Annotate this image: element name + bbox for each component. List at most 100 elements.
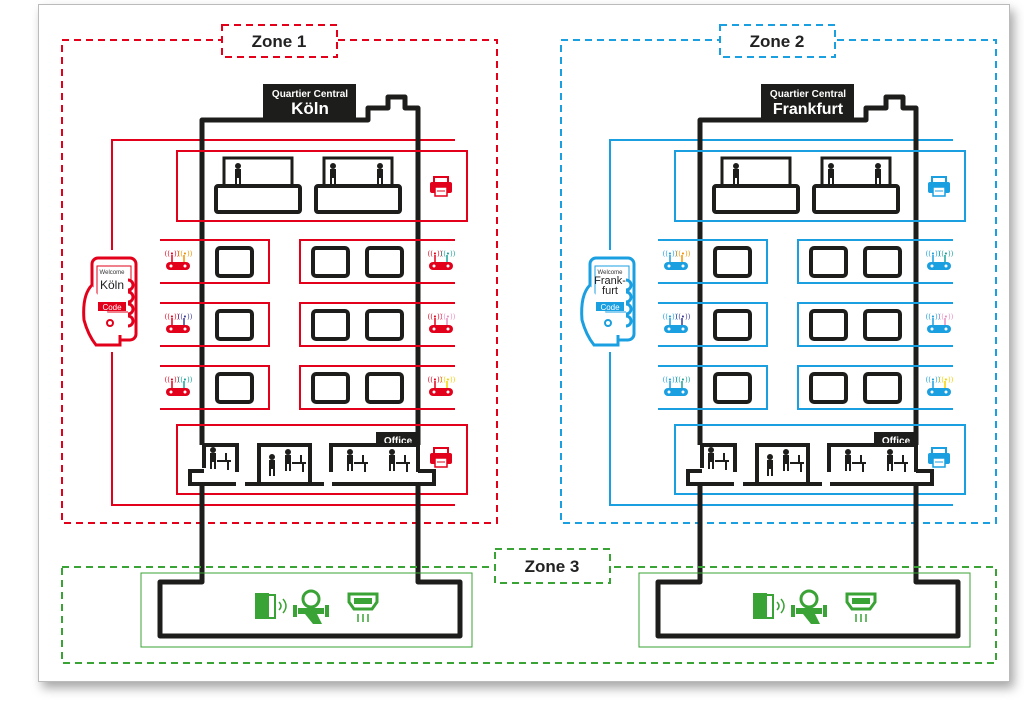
door-sensor-icon — [255, 593, 287, 619]
code-button-label: Code — [102, 303, 122, 312]
router-icon: ((•))((•)) — [427, 376, 456, 396]
printer-icon — [928, 447, 950, 468]
svg-text:((•)): ((•)) — [938, 250, 953, 258]
window-icon — [365, 246, 404, 278]
water-meter-icon — [791, 589, 827, 624]
svg-text:((•)): ((•)) — [675, 376, 690, 384]
window-icon — [863, 309, 902, 341]
printer-icon — [430, 176, 452, 197]
heating-icon — [347, 592, 379, 622]
svg-text:((•)): ((•)) — [675, 250, 690, 258]
router-icon: ((•))((•)) — [427, 250, 456, 270]
desk-worker-icon — [845, 449, 866, 472]
office-room — [700, 443, 737, 472]
router-icon: ((•))((•)) — [662, 313, 691, 333]
person-icon — [767, 454, 773, 476]
balcony-room — [720, 156, 792, 190]
person-icon — [347, 449, 353, 471]
router-icon: ((•))((•)) — [164, 250, 193, 270]
desk-worker-icon — [887, 449, 908, 472]
phone-welcome: Welcome — [100, 270, 126, 276]
window-icon — [809, 246, 848, 278]
sign-title: Quartier Central — [770, 89, 846, 100]
person-icon — [845, 449, 851, 471]
office-floor-line — [332, 469, 436, 486]
window-icon — [713, 246, 752, 278]
person-icon — [389, 449, 395, 471]
svg-text:((•)): ((•)) — [177, 313, 192, 321]
balcony — [314, 184, 402, 214]
sign-city: Köln — [291, 99, 329, 118]
window-icon — [215, 372, 254, 404]
router-icon: ((•))((•)) — [662, 376, 691, 396]
router-icon: ((•))((•)) — [925, 376, 954, 396]
person-icon — [269, 454, 275, 476]
desk-worker-icon — [708, 447, 729, 470]
code-button-label: Code — [600, 303, 620, 312]
balcony-room — [222, 156, 294, 190]
window-icon — [311, 246, 350, 278]
water-meter-icon — [293, 589, 329, 624]
svg-text:((•)): ((•)) — [675, 313, 690, 321]
window-icon — [713, 309, 752, 341]
office-floor-line — [686, 469, 734, 486]
balcony — [214, 184, 302, 214]
router-icon: ((•))((•)) — [164, 376, 193, 396]
zone-3-label: Zone 3 — [525, 557, 580, 576]
svg-text:((•)): ((•)) — [440, 250, 455, 258]
person-icon — [285, 449, 291, 471]
door-sensor-icon — [753, 593, 785, 619]
phone-city: Köln — [100, 278, 124, 292]
desk-worker-icon — [210, 447, 231, 470]
sign-city: Frankfurt — [773, 101, 844, 118]
window-icon — [713, 372, 752, 404]
zone-diagram: Zone 1 Zone 2 Quartier CentralKöln((•))(… — [61, 24, 997, 664]
person-icon — [708, 447, 714, 469]
desk-worker-icon — [389, 449, 410, 472]
balcony — [812, 184, 900, 214]
printer-icon — [430, 447, 452, 468]
window-icon — [215, 309, 254, 341]
svg-text:((•)): ((•)) — [938, 313, 953, 321]
svg-text:((•)): ((•)) — [440, 313, 455, 321]
window-icon — [311, 309, 350, 341]
router-icon: ((•))((•)) — [164, 313, 193, 333]
phone-app-icon: Welcome Köln Code — [82, 256, 138, 347]
office-floor-line — [830, 469, 934, 486]
window-icon — [809, 309, 848, 341]
router-icon: ((•))((•)) — [925, 313, 954, 333]
office-room — [202, 443, 239, 472]
router-icon: ((•))((•)) — [662, 250, 691, 270]
svg-text:((•)): ((•)) — [177, 250, 192, 258]
phone-app-icon: WelcomeFrank-furtCode — [580, 256, 636, 347]
building-outline — [199, 94, 421, 445]
office-floor-line — [188, 469, 236, 486]
phone-city: furt — [602, 285, 618, 297]
printer-icon — [928, 176, 950, 197]
zone-2-label: Zone 2 — [750, 32, 805, 51]
window-icon — [215, 246, 254, 278]
desk-worker-icon — [285, 449, 306, 472]
svg-text:((•)): ((•)) — [177, 376, 192, 384]
zone-1-label: Zone 1 — [252, 32, 307, 51]
svg-text:((•)): ((•)) — [938, 376, 953, 384]
desk-worker-icon — [783, 449, 804, 472]
person-icon — [210, 447, 216, 469]
heating-icon — [845, 592, 877, 622]
building-koeln: Quartier CentralKöln((•))((•)) ((•))((•))… — [82, 84, 473, 648]
window-icon — [809, 372, 848, 404]
svg-text:((•)): ((•)) — [440, 376, 455, 384]
window-icon — [365, 309, 404, 341]
building-frankfurt: Quartier CentralFrankfurt((•))((•)) ((•))… — [580, 84, 971, 648]
balcony — [712, 184, 800, 214]
router-icon: ((•))((•)) — [925, 250, 954, 270]
person-icon — [783, 449, 789, 471]
router-icon: ((•))((•)) — [427, 313, 456, 333]
desk-worker-icon — [347, 449, 368, 472]
building-outline — [697, 94, 919, 445]
person-icon — [887, 449, 893, 471]
window-icon — [863, 372, 902, 404]
window-icon — [365, 372, 404, 404]
window-icon — [311, 372, 350, 404]
window-icon — [863, 246, 902, 278]
